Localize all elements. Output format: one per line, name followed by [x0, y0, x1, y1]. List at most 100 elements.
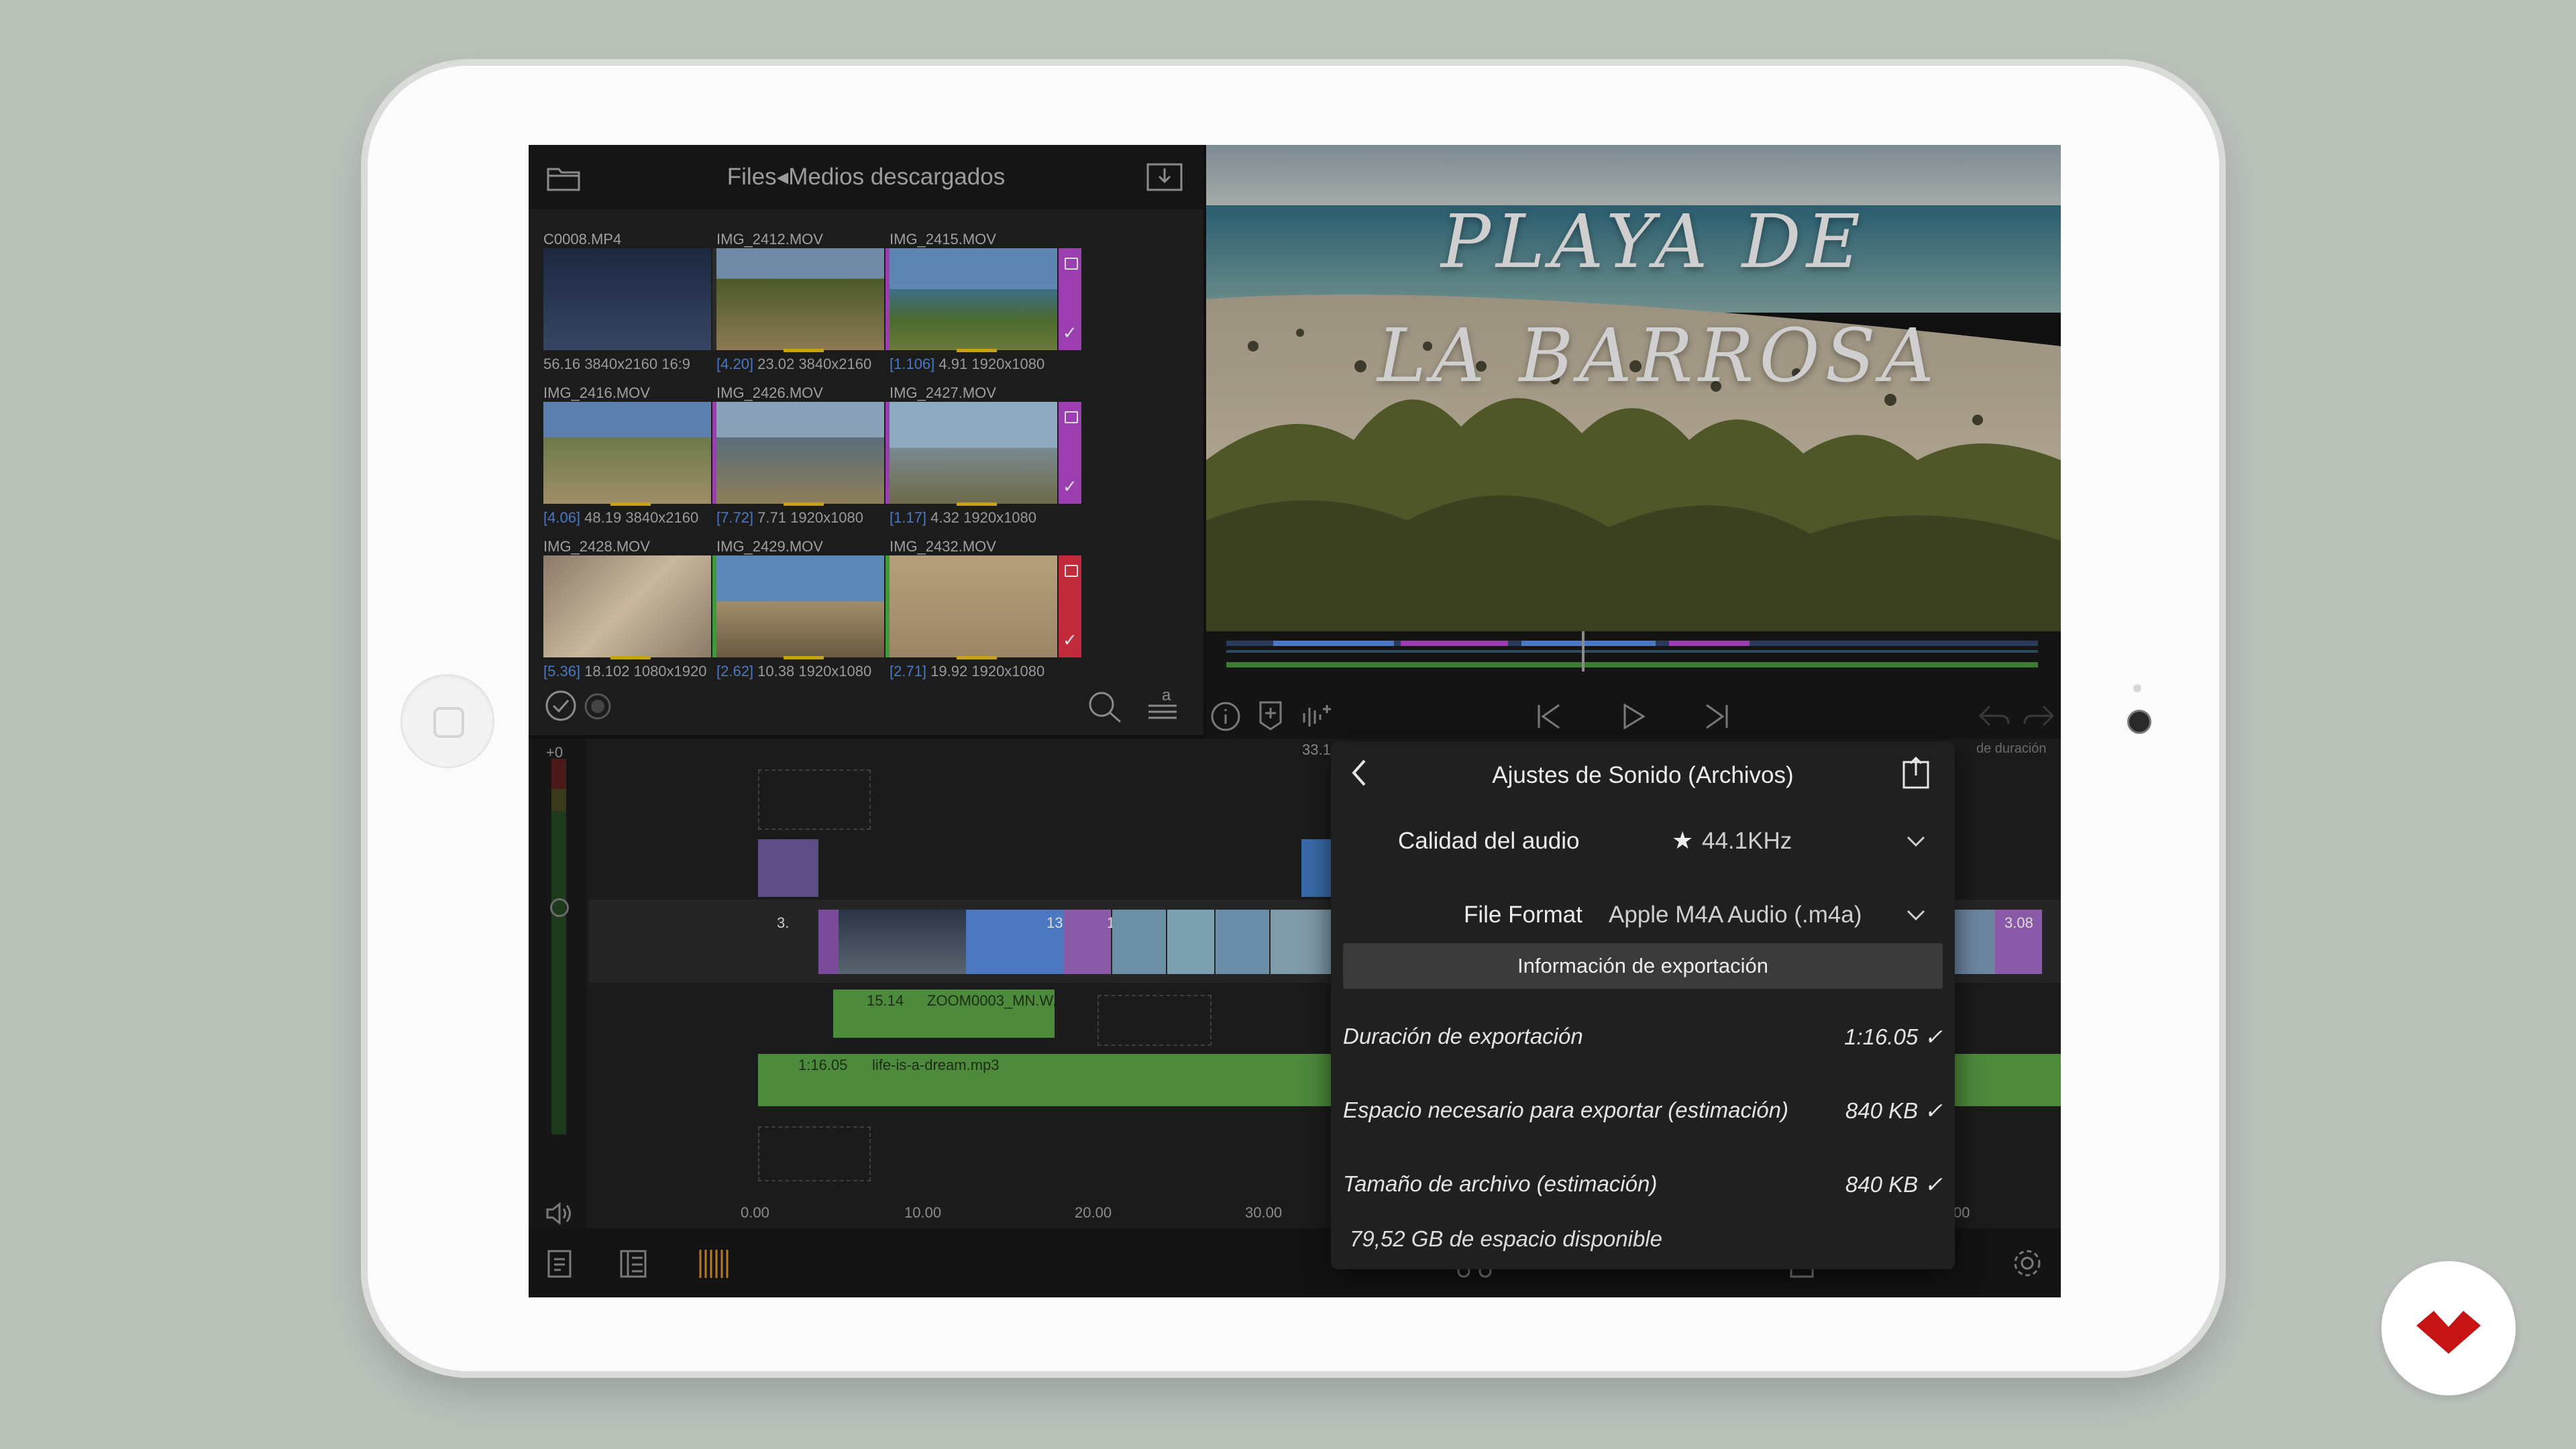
settings-gear-icon[interactable] [2011, 1247, 2043, 1283]
media-clip[interactable]: IMG_2428.MOV✓[5.36] 18.102 1080x1920 [543, 538, 745, 683]
level-knob[interactable] [550, 898, 569, 917]
video-clip[interactable] [839, 910, 966, 974]
video-clip[interactable] [1955, 910, 1995, 974]
file-format-value[interactable]: Apple M4A Audio (.m4a) [1609, 902, 1862, 928]
clip-resolution: 3840x2160 [584, 356, 658, 372]
clip-thumbnail[interactable] [890, 248, 1057, 350]
breadcrumb-root[interactable]: Files [727, 164, 777, 190]
media-clip[interactable]: IMG_2412.MOV✓[4.20] 23.02 3840x2160 [716, 231, 918, 376]
marker-icon[interactable] [1257, 700, 1284, 735]
audio-clip-zoom[interactable]: 15.14 ZOOM0003_MN.W. [833, 989, 1057, 1038]
audio-track-placeholder[interactable] [758, 1126, 871, 1181]
ruler-4: 00 [1953, 1204, 1970, 1221]
media-clip[interactable]: IMG_2416.MOV✓[4.06] 48.19 3840x2160 [543, 384, 745, 529]
audio-add-icon[interactable] [1301, 700, 1335, 735]
clip-used-duration: [4.06] [543, 509, 581, 526]
clip-menu-icon[interactable] [1065, 565, 1078, 577]
video-clip[interactable] [1167, 910, 1214, 974]
undo-icon[interactable] [1978, 702, 2011, 733]
video-clip-label-4: 3.08 [2004, 914, 2033, 931]
export-info-label: Espacio necesario para exportar (estimac… [1343, 1097, 1788, 1122]
skip-forward-icon[interactable] [1703, 702, 1731, 734]
video-clip-transition[interactable] [1064, 910, 1111, 974]
video-preview[interactable]: PLAYA DE LA BARROSA [1206, 145, 2061, 631]
share-icon[interactable] [1901, 755, 1931, 794]
scrubber-playhead[interactable] [1582, 631, 1585, 672]
media-clip[interactable]: IMG_2429.MOV✓[2.62] 10.38 1920x1080 [716, 538, 918, 683]
media-clip[interactable]: IMG_2426.MOV✓[7.72] 7.71 1920x1080 [716, 384, 918, 529]
clip-meta: [7.72] 7.71 1920x1080 [716, 509, 863, 527]
audio-clip-zoom-name: ZOOM0003_MN.W. [927, 992, 1057, 1009]
preview-scrubber[interactable] [1206, 631, 2061, 692]
clip-used-duration: [2.71] [890, 663, 927, 680]
clip-resolution: 1920x1080 [963, 509, 1037, 526]
play-icon[interactable] [1619, 702, 1648, 734]
media-clip[interactable]: IMG_2432.MOV ✓ [2.71] 19.92 1920x1080 [890, 538, 1091, 683]
breadcrumb[interactable]: Files◂Medios descargados [529, 145, 1203, 209]
sort-icon[interactable]: a [1146, 686, 1179, 727]
info-icon[interactable] [1210, 701, 1241, 735]
add-project-icon[interactable] [545, 1248, 574, 1283]
export-header-text: Información de exportación [1517, 954, 1768, 977]
redo-icon[interactable] [2022, 702, 2055, 733]
clip-usage-indicator [784, 656, 824, 659]
audio-placeholder[interactable] [1097, 995, 1212, 1046]
video-clip[interactable] [1271, 910, 1331, 974]
overlay-track-clip-right[interactable] [1301, 839, 1335, 897]
search-icon[interactable] [1087, 690, 1123, 727]
clip-used-duration: [4.20] [716, 356, 754, 372]
clip-status-bar[interactable]: ✓ [1059, 555, 1081, 657]
breadcrumb-folder: Medios descargados [788, 164, 1006, 190]
clip-name: IMG_2428.MOV [543, 538, 650, 555]
title-track-placeholder[interactable] [758, 769, 871, 830]
clip-resolution: 1920x1080 [790, 509, 864, 526]
clip-thumbnail[interactable] [716, 248, 884, 350]
clip-thumbnail[interactable] [890, 402, 1057, 504]
export-info-row: Espacio necesario para exportar (estimac… [1343, 1091, 1943, 1131]
clip-name: IMG_2429.MOV [716, 538, 823, 555]
media-clip[interactable]: IMG_2415.MOV ✓ [1.106] 4.91 1920x1080 [890, 231, 1091, 376]
clip-thumbnail[interactable] [543, 555, 711, 657]
import-icon[interactable] [1146, 162, 1183, 195]
speaker-icon[interactable] [545, 1201, 572, 1229]
clip-used-duration: [7.72] [716, 509, 754, 526]
home-button[interactable] [400, 674, 494, 768]
media-clip[interactable]: C0008.MP4✓ 56.16 3840x2160 16:9 [543, 231, 745, 376]
chevron-down-icon[interactable] [1905, 835, 1927, 851]
clip-meta: [4.20] 23.02 3840x2160 [716, 356, 871, 373]
clip-thumbnail[interactable] [543, 248, 711, 350]
clip-thumbnail[interactable] [890, 555, 1057, 657]
clip-duration: 56.16 [543, 356, 581, 372]
clip-used-duration: [1.106] [890, 356, 935, 372]
overlay-track-clip[interactable] [758, 839, 818, 897]
clip-thumbnail[interactable] [716, 555, 884, 657]
record-icon[interactable] [584, 692, 612, 724]
list-view-icon[interactable] [619, 1248, 648, 1283]
clip-status-bar[interactable]: ✓ [1059, 402, 1081, 504]
folder-icon[interactable] [546, 164, 581, 195]
ruler-2: 20.00 [1075, 1204, 1112, 1221]
audio-quality-value[interactable]: 44.1KHz [1702, 828, 1792, 855]
clip-used-duration: [1.17] [890, 509, 927, 526]
clip-thumbnail[interactable] [716, 402, 884, 504]
video-clip[interactable] [1216, 910, 1269, 974]
level-label: +0 [546, 744, 564, 761]
timeline-view-icon[interactable] [698, 1247, 731, 1284]
star-icon: ★ [1672, 826, 1694, 854]
media-clip[interactable]: IMG_2427.MOV ✓ [1.17] 4.32 1920x1080 [890, 384, 1091, 529]
clip-duration: 4.91 [938, 356, 968, 372]
clip-thumbnail[interactable] [543, 402, 711, 504]
select-all-icon[interactable] [545, 690, 577, 725]
video-clip[interactable] [1112, 910, 1166, 974]
video-clip-transition[interactable] [818, 910, 839, 974]
clip-menu-icon[interactable] [1065, 411, 1078, 423]
ruler-1: 10.00 [904, 1204, 942, 1221]
chevron-down-icon[interactable] [1905, 908, 1927, 925]
clip-status-bar[interactable]: ✓ [1059, 248, 1081, 350]
skip-back-icon[interactable] [1535, 702, 1563, 734]
clip-name: IMG_2432.MOV [890, 538, 996, 555]
brand-logo-icon [2381, 1261, 2516, 1395]
playhead-time: 33.1 [1302, 741, 1331, 758]
clip-aspect: 16:9 [661, 356, 691, 372]
clip-menu-icon[interactable] [1065, 258, 1078, 270]
